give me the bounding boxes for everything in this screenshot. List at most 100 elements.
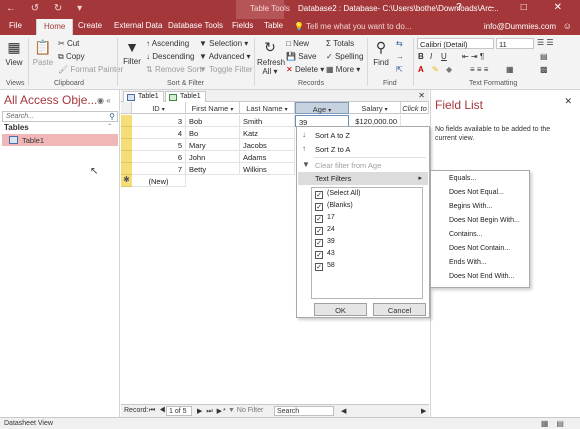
font-color-icon[interactable]: A	[418, 65, 424, 74]
tab-fields[interactable]: Fields	[232, 21, 253, 30]
goto-icon[interactable]: →	[396, 52, 404, 61]
find-button[interactable]: ⚲ Find	[370, 39, 392, 67]
dropdown-arrow-icon[interactable]: ▾	[328, 108, 331, 114]
submenu-does-not-begin-with[interactable]: Does Not Begin With...	[449, 217, 520, 224]
font-name-combo[interactable]: Calibri (Detail)	[417, 38, 494, 49]
menu-clear-filter[interactable]: ▼ Clear filter from Age	[298, 159, 428, 172]
descending-button[interactable]: ↓ Descending	[146, 52, 194, 61]
nav-pane-title[interactable]: All Access Obje...	[4, 93, 97, 107]
refresh-all-button[interactable]: ↻ Refresh All ▾	[257, 39, 285, 76]
checkbox-value[interactable]: ✓ 24	[315, 226, 335, 237]
tab-table[interactable]: Table	[264, 21, 283, 30]
select-icon[interactable]: ⇱	[396, 65, 403, 74]
cell-first-name[interactable]: Bo	[186, 127, 240, 139]
cell-last-name[interactable]: Adams	[240, 151, 295, 163]
checkbox-blanks[interactable]: ✓ (Blanks)	[315, 202, 353, 213]
feedback-smiley-icon[interactable]: ☺	[563, 21, 572, 31]
collapse-chevron-icon[interactable]: ˆ	[108, 123, 111, 132]
first-prev-record-icons[interactable]: ⏮ ◀	[149, 407, 167, 415]
submenu-equals[interactable]: Equals...	[449, 175, 476, 182]
view-button[interactable]: ▦ View	[3, 39, 25, 67]
copy-button[interactable]: ⧉ Copy	[58, 52, 85, 62]
tab-database-tools[interactable]: Database Tools	[168, 21, 223, 30]
alternate-row-icon[interactable]: ▤	[540, 52, 548, 61]
record-position-input[interactable]: 1 of 5	[166, 406, 192, 416]
search-icon[interactable]: ⚲	[109, 112, 115, 121]
submenu-ends-with[interactable]: Ends With...	[449, 259, 487, 266]
format-painter-button[interactable]: 🖌 Format Painter	[58, 65, 123, 74]
highlight-icon[interactable]: ✎	[432, 65, 439, 74]
checkbox-value[interactable]: ✓ 43	[315, 250, 335, 261]
nav-search-input[interactable]: Search...	[2, 111, 118, 122]
cell-first-name[interactable]: Mary	[186, 139, 240, 151]
scroll-right-icon[interactable]: ▶	[421, 407, 426, 415]
row-selector[interactable]	[121, 151, 132, 163]
selection-button[interactable]: ▼ Selection ▾	[199, 39, 248, 48]
account-email[interactable]: info@Dummies.com	[484, 22, 556, 31]
row-selector[interactable]	[121, 115, 132, 127]
dropdown-arrow-icon[interactable]: ▾	[285, 107, 288, 113]
next-last-new-record-icons[interactable]: ▶ ⏭ ▶*	[197, 407, 227, 416]
checkbox-value[interactable]: ✓ 39	[315, 238, 335, 249]
tell-me-box[interactable]: 💡 Tell me what you want to do...	[294, 22, 411, 31]
submenu-does-not-equal[interactable]: Does Not Equal...	[449, 189, 504, 196]
submenu-does-not-end-with[interactable]: Does Not End With...	[449, 273, 514, 280]
view-switcher-icons[interactable]: ▦▤	[541, 419, 572, 428]
cancel-button[interactable]: Cancel	[373, 303, 426, 316]
select-all-corner[interactable]	[121, 102, 132, 114]
new-record-button[interactable]: □ New	[286, 39, 309, 48]
submenu-contains[interactable]: Contains...	[449, 231, 482, 238]
more-button[interactable]: ▦ More ▾	[326, 65, 360, 74]
close-icon[interactable]: ✕	[564, 96, 572, 107]
menu-sort-a-to-z[interactable]: ↓ Sort A to Z	[298, 129, 428, 142]
tab-create[interactable]: Create	[78, 21, 102, 30]
fill-icon[interactable]: ▩	[540, 65, 548, 74]
close-document-icon[interactable]: ✕	[418, 91, 425, 100]
dropdown-arrow-icon[interactable]: ▾	[230, 107, 233, 113]
cell-id[interactable]: 5	[132, 139, 186, 151]
tab-file[interactable]: File	[9, 21, 22, 30]
nav-section-tables[interactable]: Tables	[4, 123, 29, 132]
column-header-first-name[interactable]: First Name ▾	[186, 102, 240, 114]
doc-tab-table1[interactable]: Table1	[123, 91, 164, 102]
row-selector[interactable]	[121, 163, 132, 175]
dropdown-arrow-icon[interactable]: ▾	[162, 107, 165, 113]
gridlines-icon[interactable]: ▦	[506, 65, 514, 74]
row-selector[interactable]	[121, 139, 132, 151]
nav-pane-menu-icon[interactable]: ◉ «	[97, 96, 111, 105]
indent-icons[interactable]: ⇤ ⇥ ¶	[462, 52, 484, 61]
cell-first-name[interactable]: Betty	[186, 163, 240, 175]
column-header-salary[interactable]: Salary ▾	[349, 102, 401, 114]
filter-button[interactable]: ▼ Filter	[121, 39, 143, 66]
delete-record-button[interactable]: ✕ Delete ▾	[286, 65, 324, 74]
tab-external-data[interactable]: External Data	[114, 21, 162, 30]
record-search-input[interactable]: Search	[274, 406, 334, 416]
dropdown-arrow-icon[interactable]: ▾	[385, 107, 388, 113]
advanced-button[interactable]: ▼ Advanced ▾	[199, 52, 251, 61]
save-record-button[interactable]: 💾 Save	[286, 52, 316, 61]
ok-button[interactable]: OK	[314, 303, 367, 316]
align-icons[interactable]: ≡ ≡ ≡	[470, 65, 488, 74]
doc-tab-table1-design[interactable]: Table1	[165, 91, 206, 102]
cell-new-record[interactable]: (New)	[132, 175, 186, 187]
checkbox-select-all[interactable]: ✓ (Select All)	[315, 190, 360, 201]
font-size-combo[interactable]: 11	[496, 38, 534, 49]
underline-icon[interactable]: U	[441, 52, 447, 61]
menu-text-filters[interactable]: Text Filters ▸	[298, 172, 428, 185]
totals-button[interactable]: Σ Totals	[326, 39, 354, 48]
bold-icon[interactable]: B	[418, 52, 424, 61]
ascending-button[interactable]: ↑ Ascending	[146, 39, 189, 48]
new-record-selector[interactable]: ✱	[121, 175, 132, 187]
menu-sort-z-to-a[interactable]: ↑ Sort Z to A	[298, 143, 428, 156]
submenu-begins-with[interactable]: Begins With...	[449, 203, 492, 210]
spelling-button[interactable]: ✓ Spelling	[326, 52, 363, 61]
toggle-filter-button[interactable]: ▼ Toggle Filter	[199, 65, 253, 74]
remove-sort-button[interactable]: ⇅ Remove Sort	[146, 65, 202, 74]
cell-id[interactable]: 7	[132, 163, 186, 175]
italic-icon[interactable]: I	[430, 52, 432, 61]
checkbox-value[interactable]: ✓ 17	[315, 214, 335, 225]
cell-id[interactable]: 6	[132, 151, 186, 163]
row-selector[interactable]	[121, 127, 132, 139]
cell-first-name[interactable]: Bob	[186, 115, 240, 127]
column-header-last-name[interactable]: Last Name ▾	[240, 102, 295, 114]
